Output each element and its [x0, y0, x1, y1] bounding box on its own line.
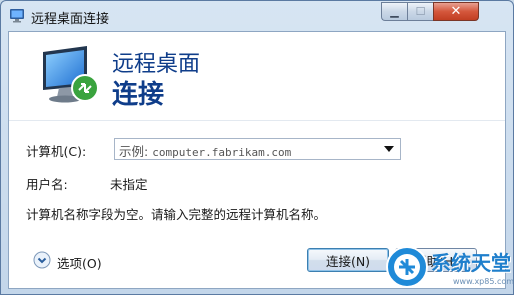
options-toggle[interactable]: 选项(O): [57, 253, 102, 272]
monitor-remote-icon: [43, 46, 99, 103]
close-button[interactable]: ✕: [433, 2, 479, 21]
window-title: 远程桌面连接: [31, 12, 110, 27]
dropdown-arrow-icon[interactable]: [384, 146, 394, 152]
computer-example-prefix: 示例:: [119, 144, 149, 159]
remote-desktop-icon: [10, 9, 24, 23]
watermark-text: 系统天堂: [431, 251, 511, 275]
minimize-icon: ▁: [390, 5, 399, 18]
computer-example-host: computer.fabrikam.com: [152, 146, 292, 159]
chevron-down-circle-icon[interactable]: [33, 251, 51, 269]
minimize-button[interactable]: ▁: [381, 2, 407, 21]
status-message: 计算机名称字段为空。请输入完整的远程计算机名称。: [26, 207, 327, 222]
username-label: 用户名:: [26, 177, 68, 192]
globe-logo-icon: [386, 246, 428, 288]
computer-combobox[interactable]: 示例: computer.fabrikam.com: [114, 138, 401, 160]
maximize-button[interactable]: ☐: [407, 2, 433, 21]
maximize-icon: ☐: [415, 5, 426, 18]
username-value: 未指定: [110, 177, 148, 192]
connect-button[interactable]: 连接(N): [307, 248, 389, 272]
computer-label: 计算机(C):: [26, 144, 87, 159]
banner-title-line2: 连接: [112, 80, 165, 110]
banner-divider: [9, 120, 505, 121]
remote-desktop-window: 远程桌面连接 ▁ ☐ ✕ 远程桌面 连接 计算机(C): 示例: compute…: [0, 0, 514, 295]
title-bar[interactable]: 远程桌面连接 ▁ ☐ ✕: [1, 1, 513, 31]
computer-input[interactable]: 示例: computer.fabrikam.com: [119, 141, 291, 160]
banner: 远程桌面 连接: [9, 32, 505, 120]
close-icon: ✕: [450, 4, 462, 19]
watermark-url: www.xp85.com: [453, 277, 514, 286]
